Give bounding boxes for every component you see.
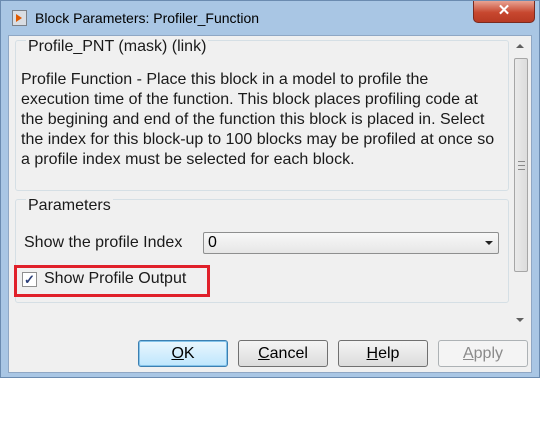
mask-group-title: Profile_PNT (mask) (link) [26, 38, 209, 56]
scroll-down-arrow-icon[interactable] [516, 318, 524, 322]
grip-icon [518, 161, 525, 170]
chevron-down-icon [485, 241, 493, 245]
cancel-button[interactable]: Cancel [238, 340, 328, 367]
show-profile-output-checkbox[interactable]: ✓ [22, 272, 37, 287]
parameters-group-title: Parameters [26, 197, 113, 215]
profile-index-dropdown[interactable]: 0 [203, 232, 499, 254]
dialog-client-area: Profile_PNT (mask) (link) Profile Functi… [8, 35, 532, 373]
mask-description-text: Profile Function - Place this block in a… [21, 71, 495, 168]
profile-index-value: 0 [208, 234, 217, 251]
ok-button[interactable]: OK [138, 340, 228, 367]
vertical-scrollbar[interactable] [513, 38, 530, 330]
apply-button[interactable]: Apply [438, 340, 528, 367]
close-icon: ✕ [497, 2, 511, 19]
close-button[interactable]: ✕ [473, 1, 535, 23]
dialog-window: Block Parameters: Profiler_Function ✕ Pr… [0, 0, 540, 378]
scroll-up-arrow-icon[interactable] [516, 44, 524, 48]
scrollbar-thumb[interactable] [514, 58, 528, 272]
simulink-block-icon [12, 10, 27, 26]
check-icon: ✓ [24, 272, 35, 287]
window-title: Block Parameters: Profiler_Function [35, 10, 260, 26]
profile-index-label: Show the profile Index [24, 234, 183, 251]
show-profile-output-label[interactable]: Show Profile Output [44, 270, 186, 288]
title-bar[interactable]: Block Parameters: Profiler_Function ✕ [1, 1, 539, 35]
parameters-scroll-area: Profile_PNT (mask) (link) Profile Functi… [9, 36, 512, 332]
help-button[interactable]: Help [338, 340, 428, 367]
